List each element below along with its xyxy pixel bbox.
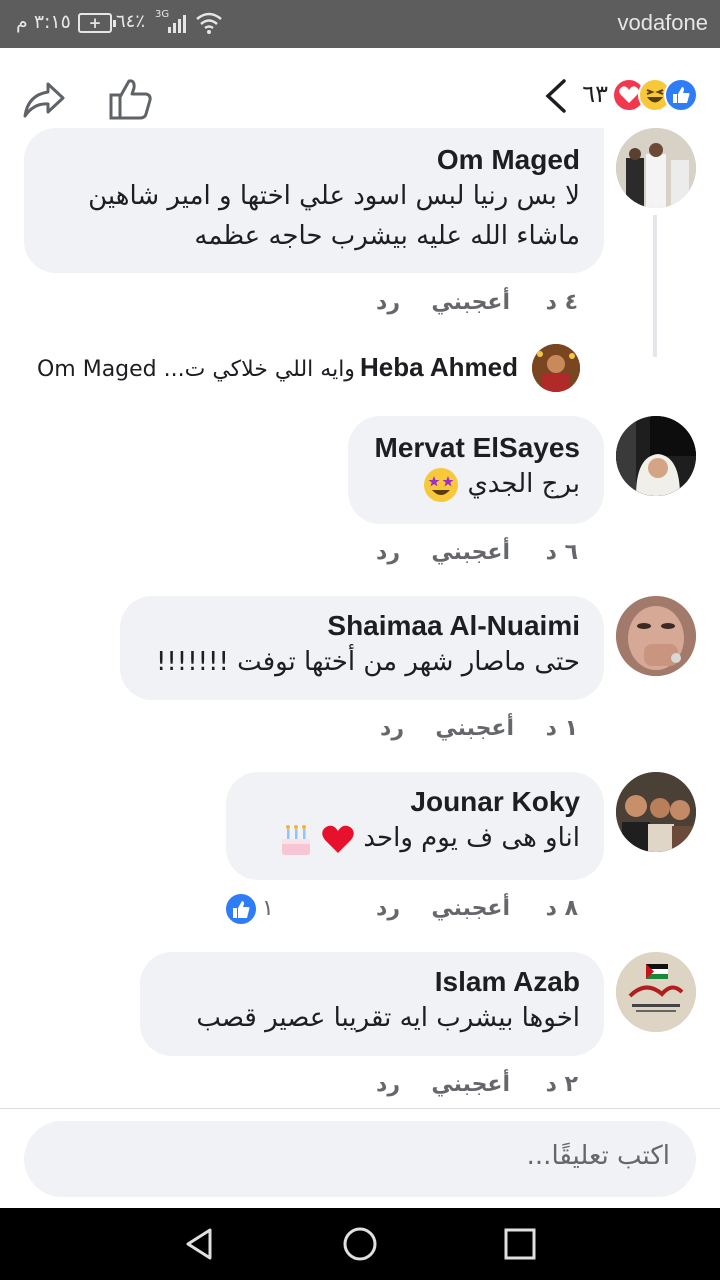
signal-icon [168, 15, 186, 33]
avatar[interactable] [616, 596, 696, 676]
comment-author[interactable]: Islam Azab [164, 966, 580, 998]
comment-bubble[interactable]: Mervat ElSayes برج الجدي [348, 416, 604, 524]
avatar[interactable] [616, 416, 696, 496]
status-time: ٣:١٥ م [16, 11, 71, 33]
comment-author[interactable]: Shaimaa Al-Nuaimi [144, 610, 580, 642]
comment-text: لا بس رنيا لبس اسود علي اختها و امير شاه… [88, 181, 580, 211]
like-reaction-icon [224, 892, 258, 926]
avatar[interactable] [616, 952, 696, 1032]
battery-percentage: ٦٤٪ [116, 11, 146, 32]
back-triangle-icon[interactable] [182, 1226, 218, 1262]
reply-preview[interactable]: Heba Ahmed وايه اللي خلاكي ت... Om Maged [18, 352, 518, 388]
battery-icon: + [78, 13, 116, 33]
like-button[interactable]: أعجبني [431, 896, 510, 921]
reply-text: وايه اللي خلاكي ت... Om Maged [36, 357, 355, 382]
like-icon[interactable] [108, 76, 154, 122]
comment-author[interactable]: Om Maged [48, 144, 580, 176]
chevron-left-icon[interactable] [544, 78, 568, 114]
comment-author[interactable]: Mervat ElSayes [372, 432, 580, 464]
system-nav-bar [0, 1208, 720, 1280]
comment-text: حتى ماصار شهر من أختها توفت !!!!!!! [155, 647, 580, 677]
comment-time: ٤ د [545, 290, 578, 315]
reply-button[interactable]: رد [376, 1072, 400, 1097]
reply-button[interactable]: رد [376, 290, 400, 315]
comment-composer: اكتب تعليقًا... [0, 1108, 720, 1208]
comment-bubble[interactable]: Jounar Koky اناو هى ف يوم واحد [226, 772, 604, 880]
comment-text-line: اناو هى ف يوم واحد [250, 818, 580, 858]
comment-text: برج الجدي [467, 469, 580, 499]
avatar[interactable] [532, 344, 580, 392]
birthday-cake-icon [281, 824, 310, 855]
like-button[interactable]: أعجبني [435, 716, 514, 741]
comment-text: ماشاء الله عليه بيشرب حاجه عظمه [194, 221, 580, 251]
avatar[interactable] [616, 128, 696, 208]
comment-time: ٦ د [545, 540, 578, 565]
carrier-name: vodafone [617, 10, 708, 35]
reaction-summary[interactable] [612, 78, 698, 112]
comment-author[interactable]: Jounar Koky [250, 786, 580, 818]
like-button[interactable]: أعجبني [431, 540, 510, 565]
reaction-count[interactable]: ٦٣ [582, 80, 608, 108]
reply-author: Heba Ahmed [360, 352, 518, 382]
thread-connector [653, 215, 657, 357]
comment-reaction-summary[interactable]: ١ [224, 892, 278, 926]
reply-button[interactable]: رد [380, 716, 404, 741]
like-button[interactable]: أعجبني [431, 290, 510, 315]
like-reaction-icon [664, 78, 698, 112]
wifi-icon [196, 12, 222, 34]
comment-input[interactable]: اكتب تعليقًا... [24, 1121, 696, 1197]
comment-time: ١ د [545, 716, 578, 741]
comment-like-count: ١ [262, 896, 274, 921]
comment-bubble[interactable]: Shaimaa Al-Nuaimi حتى ماصار شهر من أختها… [120, 596, 604, 700]
comment-placeholder: اكتب تعليقًا... [526, 1141, 670, 1171]
home-circle-icon[interactable] [342, 1226, 378, 1262]
reply-button[interactable]: رد [376, 896, 400, 921]
share-icon[interactable] [22, 80, 66, 120]
avatar[interactable] [616, 772, 696, 852]
comment-text: اخوها بيشرب ايه تقريبا عصير قصب [196, 1003, 580, 1033]
comment-bubble[interactable]: Islam Azab اخوها بيشرب ايه تقريبا عصير ق… [140, 952, 604, 1056]
reply-button[interactable]: رد [376, 540, 400, 565]
comment-text: اناو هى ف يوم واحد [363, 823, 580, 853]
recents-square-icon[interactable] [502, 1226, 538, 1262]
comment-bubble[interactable]: Om Maged لا بس رنيا لبس اسود علي اختها و… [24, 128, 604, 273]
heart-icon [322, 825, 354, 853]
comment-time: ٢ د [545, 1072, 578, 1097]
like-button[interactable]: أعجبني [431, 1072, 510, 1097]
comment-time: ٨ د [545, 896, 578, 921]
status-bar: ٣:١٥ م + ٦٤٪ 3G vodafone [0, 0, 720, 48]
star-struck-emoji-icon [424, 467, 459, 502]
comment-text-line: برج الجدي [372, 464, 580, 504]
